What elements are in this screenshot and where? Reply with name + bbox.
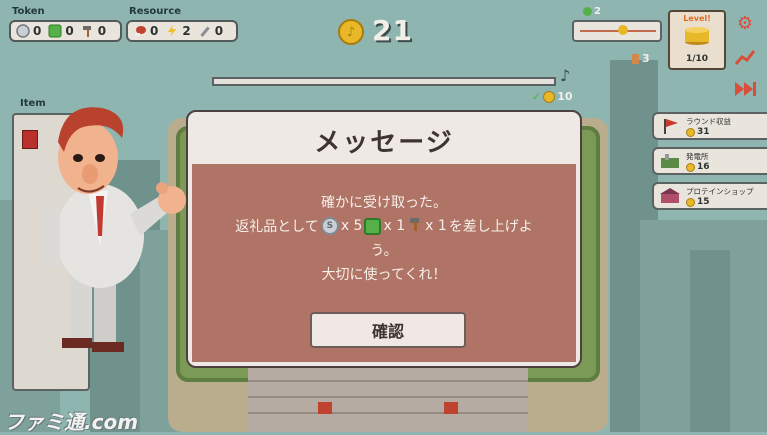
resource-label: Resource xyxy=(129,6,182,17)
hammer-icon xyxy=(407,216,423,236)
confirm-button[interactable]: 確認 xyxy=(310,312,466,348)
recycle-count: 0 xyxy=(65,24,74,38)
silver-coin-icon xyxy=(16,24,30,38)
worker-icon xyxy=(632,53,639,64)
message-dialog: メッセージ 確かに受け取った。 返礼品として S x 5 x 1 x 1 を差し… xyxy=(186,110,582,368)
shop-item-name: 発電所 xyxy=(686,152,709,161)
target-value: 10 xyxy=(557,90,573,103)
coin-stack-icon xyxy=(685,27,709,45)
coin-icon xyxy=(686,127,695,137)
timeline-panel xyxy=(572,20,662,42)
level-panel[interactable]: Level! 1/10 xyxy=(668,10,726,70)
fast-forward-icon[interactable] xyxy=(732,78,758,100)
shop-item-protein-shop[interactable]: プロテインショップ 15 xyxy=(652,182,767,210)
protein-shop-icon xyxy=(659,187,681,205)
shop-item-cost: 31 xyxy=(686,127,710,137)
meat-count: 0 xyxy=(150,24,159,38)
power-plant-icon xyxy=(659,152,681,170)
meat-icon xyxy=(133,24,147,38)
shop-item-power-plant[interactable]: 発電所 16 xyxy=(652,147,767,175)
round-progress-bar xyxy=(212,77,556,86)
flag-icon xyxy=(659,117,681,135)
population-count: 2 xyxy=(594,6,601,17)
token-label: Token xyxy=(12,6,45,17)
music-note-icon: ♪ xyxy=(560,66,571,85)
population-indicator: 2 xyxy=(583,6,601,17)
recycle-icon xyxy=(364,217,382,235)
stairs xyxy=(248,366,528,432)
building xyxy=(690,250,730,432)
coin-count: 21 xyxy=(372,14,413,47)
wrench-icon xyxy=(198,24,212,38)
reward-suffix: を差し上げよ xyxy=(448,219,533,235)
dialog-title: メッセージ xyxy=(314,128,454,158)
population-icon xyxy=(583,7,592,16)
reward-prefix: 返礼品として xyxy=(235,219,319,235)
token-panel: 0 0 0 xyxy=(9,20,122,42)
hammer-count: 0 xyxy=(97,24,107,38)
level-progress: 1/10 xyxy=(685,54,709,64)
silver-coin-reward: x 5 xyxy=(340,218,363,234)
coin-icon: ♪ xyxy=(338,19,364,45)
wrench-count: 0 xyxy=(214,24,224,38)
shop-item-name: プロテインショップ xyxy=(686,187,754,196)
resource-panel: 0 2 0 xyxy=(126,20,238,42)
coin-icon xyxy=(543,90,556,103)
target-indicator: ✓ 10 xyxy=(532,90,573,103)
recycle-reward: x 1 xyxy=(383,218,406,234)
lightning-icon xyxy=(165,24,179,38)
worker-indicator: 3 xyxy=(632,52,650,65)
lightning-count: 2 xyxy=(182,24,191,38)
silver-coin-count: 0 xyxy=(33,24,42,38)
message-line: 確かに受け取った。 xyxy=(321,195,447,211)
stats-chart-icon[interactable] xyxy=(732,46,758,68)
cost-value: 15 xyxy=(697,197,710,207)
hammer-icon xyxy=(81,24,95,38)
house-icon xyxy=(318,402,332,414)
timeline-marker-icon xyxy=(618,25,628,35)
shop-item-round-income[interactable]: ラウンド収益 31 xyxy=(652,112,767,140)
recycle-icon xyxy=(48,24,62,38)
level-title: Level! xyxy=(683,14,711,23)
dialog-body: 確かに受け取った。 返礼品として S x 5 x 1 x 1 を差し上げよ う。… xyxy=(192,164,576,362)
watermark: ファミ通.com xyxy=(4,410,139,434)
silver-coin-icon: S xyxy=(320,217,339,235)
message-line-reward: 返礼品として S x 5 x 1 x 1 を差し上げよ xyxy=(192,216,576,236)
check-icon: ✓ xyxy=(532,90,542,103)
shop-item-cost: 15 xyxy=(686,197,710,207)
house-icon xyxy=(444,402,458,414)
settings-gear-icon[interactable]: ⚙ xyxy=(732,12,758,34)
shop-item-cost: 16 xyxy=(686,162,710,172)
shop-item-name: ラウンド収益 xyxy=(686,117,731,126)
cost-value: 31 xyxy=(697,127,710,137)
cost-value: 16 xyxy=(697,162,710,172)
coin-icon xyxy=(686,197,695,207)
hammer-reward: x 1 xyxy=(425,218,447,234)
message-line: 大切に使ってくれ！ xyxy=(321,267,447,283)
worker-count: 3 xyxy=(642,52,650,65)
coin-icon xyxy=(686,162,695,172)
mayor-character xyxy=(42,107,186,352)
message-line: う。 xyxy=(370,243,398,259)
